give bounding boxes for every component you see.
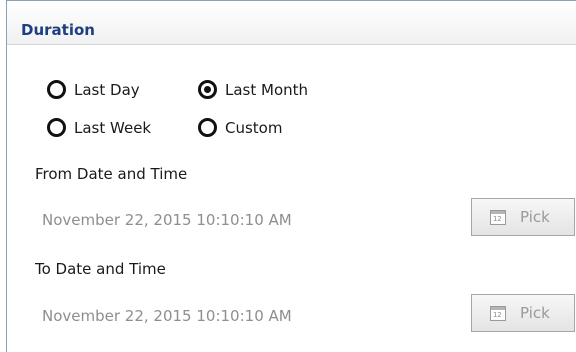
radio-last-month-label: Last Month bbox=[225, 80, 309, 99]
from-date-value: November 22, 2015 10:10:10 AM bbox=[42, 211, 292, 229]
panel-header: Duration bbox=[7, 1, 576, 45]
radio-last-month-indicator[interactable] bbox=[198, 80, 217, 99]
radio-last-week-indicator[interactable] bbox=[47, 118, 66, 137]
radio-last-day-label: Last Day bbox=[74, 80, 140, 99]
radio-custom-indicator[interactable] bbox=[198, 118, 217, 137]
to-pick-button[interactable]: 12 Pick bbox=[471, 294, 575, 332]
to-date-value: November 22, 2015 10:10:10 AM bbox=[42, 307, 292, 325]
radio-last-day-indicator[interactable] bbox=[47, 80, 66, 99]
from-date-label: From Date and Time bbox=[35, 165, 188, 183]
radio-custom-label: Custom bbox=[225, 118, 283, 137]
panel-title: Duration bbox=[21, 21, 95, 39]
from-pick-label: Pick bbox=[520, 208, 550, 226]
to-pick-label: Pick bbox=[520, 304, 550, 322]
duration-panel: Duration Last Day Last Month Last Week C… bbox=[6, 0, 576, 352]
radio-last-week[interactable]: Last Week bbox=[47, 118, 151, 137]
radio-last-month[interactable]: Last Month bbox=[198, 80, 308, 99]
radio-last-week-label: Last Week bbox=[74, 118, 152, 137]
calendar-icon-number: 12 bbox=[493, 310, 502, 319]
radio-last-day[interactable]: Last Day bbox=[47, 80, 140, 99]
calendar-icon: 12 bbox=[490, 305, 506, 321]
calendar-icon: 12 bbox=[490, 209, 506, 225]
to-date-label: To Date and Time bbox=[35, 260, 166, 278]
from-pick-button[interactable]: 12 Pick bbox=[471, 198, 575, 236]
radio-custom[interactable]: Custom bbox=[198, 118, 282, 137]
calendar-icon-number: 12 bbox=[493, 214, 502, 223]
